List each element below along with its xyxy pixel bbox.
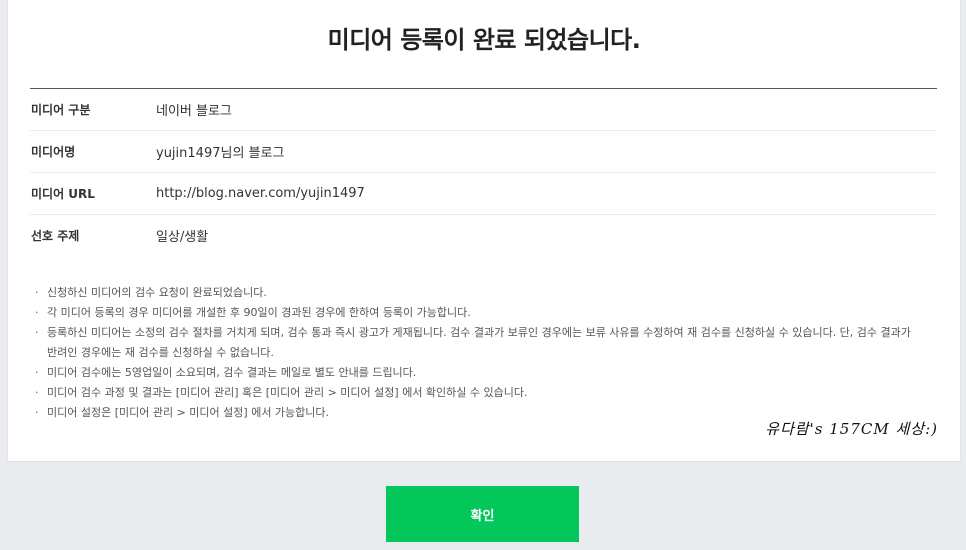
info-row-media-url: 미디어 URL http://blog.naver.com/yujin1497: [30, 173, 937, 215]
completion-card: 미디어 등록이 완료 되었습니다. 미디어 구분 네이버 블로그 미디어명 yu…: [7, 0, 961, 462]
handwritten-signature: 유다람's 157CM 세상:): [765, 420, 938, 438]
media-info-table: 미디어 구분 네이버 블로그 미디어명 yujin1497님의 블로그 미디어 …: [30, 88, 937, 256]
info-row-media-type: 미디어 구분 네이버 블로그: [30, 89, 937, 131]
page-title: 미디어 등록이 완료 되었습니다.: [327, 26, 641, 54]
notice-item: 미디어 검수 과정 및 결과는 [미디어 관리] 혹은 [미디어 관리 > 미디…: [35, 383, 920, 403]
info-label: 미디어 구분: [31, 103, 91, 117]
info-label: 미디어명: [31, 145, 76, 159]
info-label: 미디어 URL: [31, 187, 95, 201]
notice-item: 각 미디어 등록의 경우 미디어를 개설한 후 90일이 경과된 경우에 한하여…: [35, 303, 920, 323]
info-value: yujin1497님의 블로그: [156, 146, 285, 161]
info-value: 일상/생활: [156, 230, 209, 245]
confirm-button[interactable]: 확인: [386, 486, 579, 542]
info-value: http://blog.naver.com/yujin1497: [156, 186, 365, 201]
info-value: 네이버 블로그: [156, 104, 232, 119]
notice-item: 등록하신 미디어는 소정의 검수 절차를 거치게 되며, 검수 통과 즉시 광고…: [35, 323, 920, 363]
info-label: 선호 주제: [31, 229, 80, 243]
info-row-media-name: 미디어명 yujin1497님의 블로그: [30, 131, 937, 173]
notice-item: 신청하신 미디어의 검수 요청이 완료되었습니다.: [35, 283, 920, 303]
notice-list: 신청하신 미디어의 검수 요청이 완료되었습니다. 각 미디어 등록의 경우 미…: [35, 283, 920, 423]
info-row-preferred-topic: 선호 주제 일상/생활: [30, 215, 937, 256]
notice-item: 미디어 검수에는 5영업일이 소요되며, 검수 결과는 메일로 별도 안내를 드…: [35, 363, 920, 383]
